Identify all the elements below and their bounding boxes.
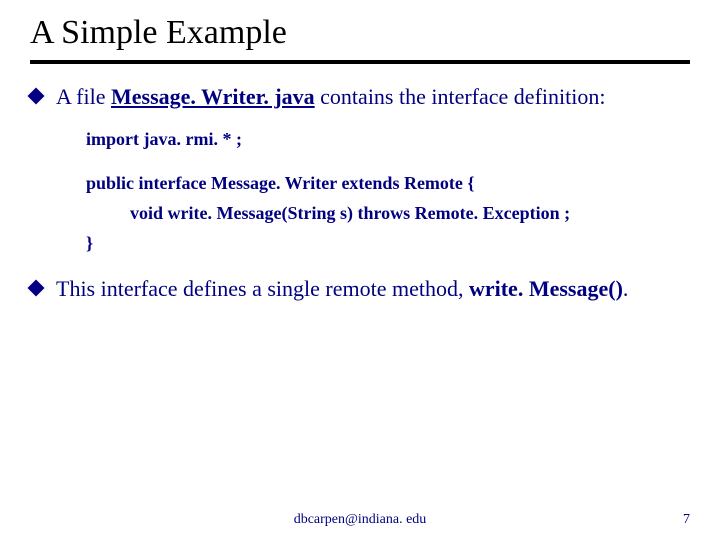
bullet-gap [30, 260, 690, 274]
bullet-1-text: A file Message. Writer. java contains th… [56, 82, 605, 112]
slide-title: A Simple Example [30, 14, 690, 52]
bullet-2: This interface defines a single remote m… [30, 274, 690, 304]
code-block: import java. rmi. * ; public interface M… [86, 126, 690, 256]
bullet-2-line1: This interface defines a single remote m… [56, 276, 469, 301]
bullet-2-post: . [623, 276, 629, 301]
title-divider [30, 60, 690, 64]
bullet-1: A file Message. Writer. java contains th… [30, 82, 690, 112]
code-line-decl: public interface Message. Writer extends… [86, 170, 690, 196]
diamond-bullet-icon [28, 280, 45, 297]
code-gap-1 [86, 156, 690, 170]
bullet-1-post: contains the interface definition: [315, 84, 606, 109]
slide-body: A file Message. Writer. java contains th… [0, 82, 720, 304]
code-line-method: void write. Message(String s) throws Rem… [86, 200, 690, 226]
code-line-import: import java. rmi. * ; [86, 126, 690, 152]
title-container: A Simple Example [0, 0, 720, 52]
code-line-close: } [86, 230, 690, 256]
footer-email: dbcarpen@indiana. edu [250, 512, 470, 528]
diamond-bullet-icon [28, 88, 45, 105]
page-number: 7 [470, 512, 690, 528]
bullet-1-pre: A file [56, 84, 111, 109]
footer: dbcarpen@indiana. edu 7 [0, 512, 720, 528]
slide: A Simple Example A file Message. Writer.… [0, 0, 720, 540]
bullet-2-method: write. Message() [469, 276, 623, 301]
bullet-2-text: This interface defines a single remote m… [56, 274, 628, 304]
bullet-1-filename: Message. Writer. java [111, 84, 315, 109]
